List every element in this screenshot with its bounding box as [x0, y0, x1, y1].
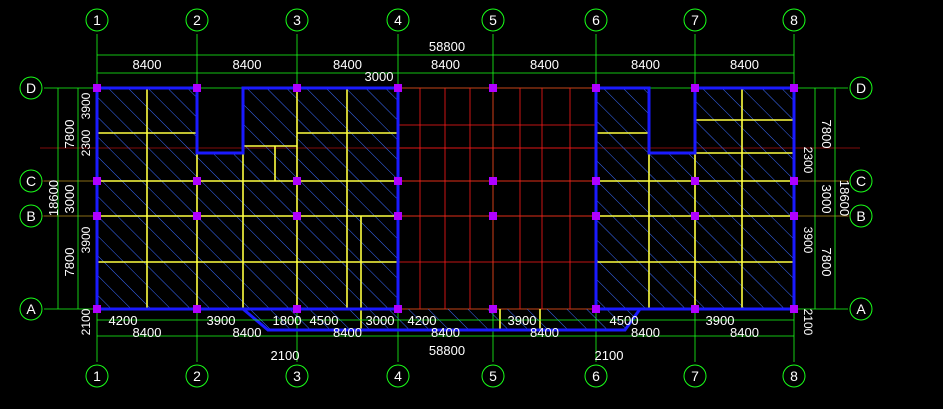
dim-left-total: 18600: [46, 180, 61, 216]
column: [93, 212, 101, 220]
column: [489, 212, 497, 220]
dim-bottom-sub-5: 3000: [366, 313, 395, 328]
axis-bottom-3-label: 3: [293, 368, 301, 384]
axis-left-B-label: B: [26, 208, 35, 224]
axis-top-5-label: 5: [489, 12, 497, 28]
dim-top-span-7: 8400: [730, 57, 759, 72]
dim-bottom-offset-right: 2100: [595, 348, 624, 363]
dim-bottom-total: 58800: [429, 343, 465, 358]
column: [489, 84, 497, 92]
dim-right-sub-2: 3900: [801, 227, 815, 254]
column: [592, 84, 600, 92]
column: [93, 177, 101, 185]
axis-top-1-label: 1: [93, 12, 101, 28]
axis-top-7-label: 7: [691, 12, 699, 28]
dim-left-span-3: 7800: [62, 248, 77, 277]
dim-right-span-1: 7800: [819, 120, 834, 149]
axis-top-8-label: 8: [790, 12, 798, 28]
axis-bottom-5-label: 5: [489, 368, 497, 384]
dim-top-total: 58800: [429, 39, 465, 54]
dim-top-span-5: 8400: [530, 57, 559, 72]
column: [293, 177, 301, 185]
column: [394, 84, 402, 92]
column: [394, 177, 402, 185]
slab-hatch-layer: [97, 88, 794, 330]
dim-top-span-4: 8400: [431, 57, 460, 72]
axis-bottom-8-label: 8: [790, 368, 798, 384]
column: [93, 305, 101, 313]
column: [293, 305, 301, 313]
dim-bottom-sub-3: 1800: [273, 313, 302, 328]
axis-left-D-label: D: [26, 80, 36, 96]
dim-bottom-span-5: 8400: [530, 325, 559, 340]
axis-right-C-label: C: [856, 173, 866, 189]
column: [293, 84, 301, 92]
column: [691, 84, 699, 92]
column: [592, 212, 600, 220]
column: [394, 212, 402, 220]
column: [193, 305, 201, 313]
cad-drawing-canvas: 588008400 8400 8400 8400 8400 8400 84003000420…: [19, 8, 873, 388]
axis-right-B-label: B: [856, 208, 865, 224]
axis-right-D-label: D: [856, 80, 866, 96]
dim-bottom-span-6: 8400: [631, 325, 660, 340]
column: [691, 212, 699, 220]
dim-bottom-span-4: 8400: [431, 325, 460, 340]
dim-top-span-2: 8400: [233, 57, 262, 72]
dim-right-sub-1: 2300: [801, 147, 815, 174]
column: [489, 177, 497, 185]
dim-left-sub-1: 3900: [79, 92, 93, 119]
dim-left-span-1: 7800: [62, 120, 77, 149]
column: [691, 177, 699, 185]
dim-bottom-sub-2: 3900: [207, 313, 236, 328]
column: [193, 212, 201, 220]
column: [790, 305, 798, 313]
axis-top-2-label: 2: [193, 12, 201, 28]
dim-left-sub-4: 2100: [79, 308, 93, 335]
dim-bottom-span-3: 8400: [333, 325, 362, 340]
dim-right-span-2: 3000: [819, 185, 834, 214]
column: [193, 84, 201, 92]
column: [790, 84, 798, 92]
dim-top-extra: 3000: [365, 69, 394, 84]
dim-bottom-span-1: 8400: [133, 325, 162, 340]
dim-right-total: 18600: [837, 180, 852, 216]
axis-top-6-label: 6: [592, 12, 600, 28]
dim-top-span-1: 8400: [133, 57, 162, 72]
column: [293, 212, 301, 220]
column: [394, 305, 402, 313]
column: [790, 212, 798, 220]
axis-left-C-label: C: [26, 173, 36, 189]
axis-bottom-2-label: 2: [193, 368, 201, 384]
axis-bottom-6-label: 6: [592, 368, 600, 384]
axis-bottom-7-label: 7: [691, 368, 699, 384]
axis-bottom-1-label: 1: [93, 368, 101, 384]
dim-top-span-6: 8400: [631, 57, 660, 72]
dim-bottom-span-7: 8400: [730, 325, 759, 340]
dim-right-sub-3: 2100: [801, 309, 815, 336]
axis-top-3-label: 3: [293, 12, 301, 28]
dim-right-span-3: 7800: [819, 248, 834, 277]
column: [489, 305, 497, 313]
axis-bottom-4-label: 4: [394, 368, 402, 384]
dim-left-sub-3: 3900: [79, 226, 93, 253]
column: [193, 177, 201, 185]
axis-top-4-label: 4: [394, 12, 402, 28]
column: [691, 305, 699, 313]
axis-left-A-label: A: [26, 301, 36, 317]
left-slab-hatch: [97, 88, 398, 309]
axis-right-A-label: A: [856, 301, 866, 317]
column: [790, 177, 798, 185]
dim-top-span-3: 8400: [333, 57, 362, 72]
column: [592, 305, 600, 313]
column: [592, 177, 600, 185]
dim-bottom-offset-left: 2100: [271, 348, 300, 363]
dim-left-span-2: 3000: [62, 185, 77, 214]
dim-left-sub-2: 2300: [79, 129, 93, 156]
dim-bottom-span-2: 8400: [233, 325, 262, 340]
column: [93, 84, 101, 92]
